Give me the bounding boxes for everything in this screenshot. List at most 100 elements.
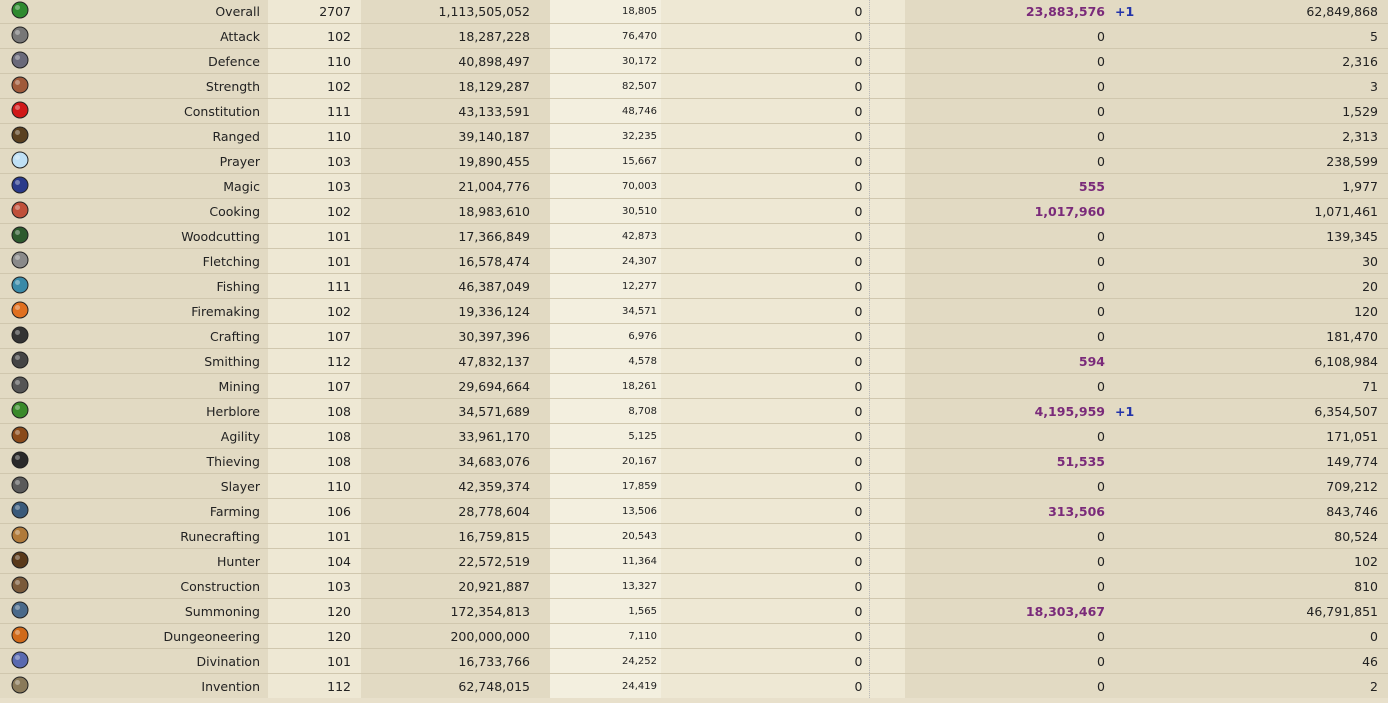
level-gain-badge <box>1111 198 1147 224</box>
skill-rank: 17,859 <box>550 473 661 499</box>
skill-row[interactable]: Runecrafting 101 16,759,815 20,543 0 0 80,524 <box>0 523 1388 549</box>
skill-rank: 24,419 <box>550 673 661 698</box>
skill-xp-period: 171,051 <box>1147 423 1388 449</box>
skill-row[interactable]: Mining 107 29,694,664 18,261 0 0 71 <box>0 373 1388 399</box>
skill-name[interactable]: Runecrafting <box>44 523 268 549</box>
skill-row[interactable]: Construction 103 20,921,887 13,327 0 0 810 <box>0 573 1388 599</box>
skill-xp-period: 709,212 <box>1147 473 1388 499</box>
level-gain-badge <box>1111 298 1147 324</box>
skill-name[interactable]: Slayer <box>44 473 268 499</box>
skill-name[interactable]: Agility <box>44 423 268 449</box>
skill-row[interactable]: Hunter 104 22,572,519 11,364 0 0 102 <box>0 548 1388 574</box>
level-gain-badge <box>1111 373 1147 399</box>
skill-row[interactable]: Attack 102 18,287,228 76,470 0 0 5 <box>0 23 1388 49</box>
skill-name[interactable]: Woodcutting <box>44 223 268 249</box>
skill-name[interactable]: Fishing <box>44 273 268 299</box>
skill-row[interactable]: Constitution 111 43,133,591 48,746 0 0 1,529 <box>0 98 1388 124</box>
skill-row[interactable]: Fishing 111 46,387,049 12,277 0 0 20 <box>0 273 1388 299</box>
skill-name[interactable]: Summoning <box>44 598 268 624</box>
skill-name[interactable]: Attack <box>44 23 268 49</box>
skill-xp-period: 2,313 <box>1147 123 1388 149</box>
skill-row[interactable]: Strength 102 18,129,287 82,507 0 0 3 <box>0 73 1388 99</box>
skill-row[interactable]: Fletching 101 16,578,474 24,307 0 0 30 <box>0 248 1388 274</box>
runecrafting-icon <box>10 525 30 545</box>
skill-row[interactable]: Cooking 102 18,983,610 30,510 0 1,017,960 1,07… <box>0 198 1388 224</box>
skill-level: 110 <box>268 48 361 74</box>
skill-xp-gained: 0 <box>905 673 1111 698</box>
level-gain-badge <box>1111 48 1147 74</box>
thieving-icon <box>10 450 30 470</box>
dungeoneering-icon <box>10 625 30 645</box>
skill-xp-period: 1,071,461 <box>1147 198 1388 224</box>
skill-level: 101 <box>268 223 361 249</box>
skill-xp: 46,387,049 <box>361 273 550 299</box>
skill-row[interactable]: Ranged 110 39,140,187 32,235 0 0 2,313 <box>0 123 1388 149</box>
skill-xp-gained: 0 <box>905 273 1111 299</box>
skill-row[interactable]: Prayer 103 19,890,455 15,667 0 0 238,599 <box>0 148 1388 174</box>
skill-rank: 1,565 <box>550 598 661 624</box>
skill-gain-column: 0 <box>661 573 869 599</box>
skill-row[interactable]: Thieving 108 34,683,076 20,167 0 51,535 149,77… <box>0 448 1388 474</box>
skill-row[interactable]: Slayer 110 42,359,374 17,859 0 0 709,212 <box>0 473 1388 499</box>
skill-gain-column: 0 <box>661 623 869 649</box>
skill-row[interactable]: Woodcutting 101 17,366,849 42,873 0 0 139,345 <box>0 223 1388 249</box>
skill-xp: 19,890,455 <box>361 148 550 174</box>
skill-row[interactable]: Summoning 120 172,354,813 1,565 0 18,303,467 4… <box>0 598 1388 624</box>
skill-row[interactable]: Herblore 108 34,571,689 8,708 0 4,195,959 +1 6,… <box>0 398 1388 424</box>
summoning-icon <box>10 600 30 620</box>
skill-gain-column: 0 <box>661 398 869 424</box>
skill-name[interactable]: Invention <box>44 673 268 698</box>
skill-xp: 29,694,664 <box>361 373 550 399</box>
skill-name[interactable]: Crafting <box>44 323 268 349</box>
skill-row[interactable]: Firemaking 102 19,336,124 34,571 0 0 120 <box>0 298 1388 324</box>
skill-name[interactable]: Magic <box>44 173 268 199</box>
skill-xp-gained: 0 <box>905 523 1111 549</box>
skill-row[interactable]: Farming 106 28,778,604 13,506 0 313,506 843,74… <box>0 498 1388 524</box>
level-gain-badge <box>1111 548 1147 574</box>
skill-xp-period: 80,524 <box>1147 523 1388 549</box>
skill-name[interactable]: Hunter <box>44 548 268 574</box>
skill-row[interactable]: Defence 110 40,898,497 30,172 0 0 2,316 <box>0 48 1388 74</box>
skill-name[interactable]: Cooking <box>44 198 268 224</box>
attack-icon <box>10 25 30 45</box>
skill-gain-column: 0 <box>661 498 869 524</box>
skill-xp-gained: 0 <box>905 423 1111 449</box>
skill-row[interactable]: Invention 112 62,748,015 24,419 0 0 2 <box>0 673 1388 698</box>
skill-name[interactable]: Thieving <box>44 448 268 474</box>
skill-row[interactable]: Smithing 112 47,832,137 4,578 0 594 6,108,984 <box>0 348 1388 374</box>
skill-name[interactable]: Constitution <box>44 98 268 124</box>
skill-row[interactable]: Magic 103 21,004,776 70,003 0 555 1,977 <box>0 173 1388 199</box>
skill-name[interactable]: Defence <box>44 48 268 74</box>
skill-row[interactable]: Dungeoneering 120 200,000,000 7,110 0 0 0 <box>0 623 1388 649</box>
skill-xp-period: 46,791,851 <box>1147 598 1388 624</box>
skill-level: 108 <box>268 423 361 449</box>
level-gain-badge <box>1111 248 1147 274</box>
slayer-icon <box>10 475 30 495</box>
skill-name[interactable]: Herblore <box>44 398 268 424</box>
skill-gain-column: 0 <box>661 298 869 324</box>
skill-name[interactable]: Prayer <box>44 148 268 174</box>
skill-name[interactable]: Ranged <box>44 123 268 149</box>
skill-row[interactable]: Crafting 107 30,397,396 6,976 0 0 181,470 <box>0 323 1388 349</box>
skill-name[interactable]: Firemaking <box>44 298 268 324</box>
skill-xp: 39,140,187 <box>361 123 550 149</box>
skill-name[interactable]: Mining <box>44 373 268 399</box>
skill-name[interactable]: Farming <box>44 498 268 524</box>
skill-rank: 32,235 <box>550 123 661 149</box>
skill-name[interactable]: Divination <box>44 648 268 674</box>
herblore-icon <box>10 400 30 420</box>
skill-name[interactable]: Dungeoneering <box>44 623 268 649</box>
skill-name[interactable]: Fletching <box>44 248 268 274</box>
skill-level: 107 <box>268 323 361 349</box>
skill-name[interactable]: Construction <box>44 573 268 599</box>
skill-row[interactable]: Agility 108 33,961,170 5,125 0 0 171,051 <box>0 423 1388 449</box>
skill-row[interactable]: Overall 2707 1,113,505,052 18,805 0 23,883,57… <box>0 0 1388 24</box>
skill-name[interactable]: Smithing <box>44 348 268 374</box>
skill-row[interactable]: Divination 101 16,733,766 24,252 0 0 46 <box>0 648 1388 674</box>
skill-xp-gained: 0 <box>905 473 1111 499</box>
level-gain-badge: +1 <box>1111 398 1147 424</box>
skill-gain-column: 0 <box>661 323 869 349</box>
skill-name[interactable]: Overall <box>44 0 268 24</box>
skill-name[interactable]: Strength <box>44 73 268 99</box>
skill-xp-gained: 555 <box>905 173 1111 199</box>
